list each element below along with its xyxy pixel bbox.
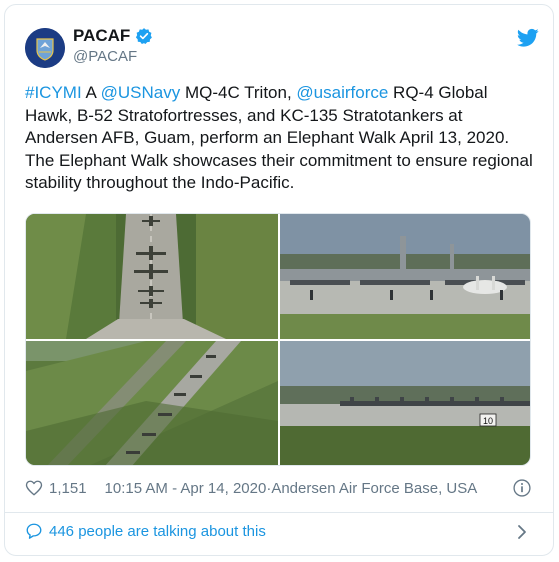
- hashtag-link[interactable]: #ICYMI: [25, 83, 82, 102]
- tweet-timestamp[interactable]: 10:15 AM - Apr 14, 2020: [105, 480, 267, 497]
- talking-count-text[interactable]: 446 people are talking about this: [49, 523, 266, 540]
- mention-link-usairforce[interactable]: @usairforce: [296, 83, 388, 102]
- media-grid: 10: [25, 213, 531, 466]
- author-name-row[interactable]: PACAF: [73, 26, 153, 46]
- pacaf-emblem-icon[interactable]: [25, 28, 65, 68]
- speech-bubble-icon: [25, 522, 43, 540]
- tweet-location[interactable]: Andersen Air Force Base, USA: [271, 480, 477, 497]
- info-icon[interactable]: [512, 478, 532, 498]
- photo-b52-lineup[interactable]: [280, 214, 530, 339]
- runway-sign-number: 10: [483, 416, 493, 426]
- author-display-name[interactable]: PACAF: [73, 26, 130, 46]
- photo-runway-aerial[interactable]: [26, 214, 278, 339]
- tweet-text: #ICYMI A @USNavy MQ-4C Triton, @usairfor…: [25, 82, 535, 195]
- author-handle[interactable]: @PACAF: [73, 48, 137, 65]
- like-count[interactable]: 1,151: [49, 480, 87, 497]
- heart-icon[interactable]: [25, 479, 43, 497]
- conversation-link[interactable]: 446 people are talking about this: [25, 522, 266, 540]
- footer-divider: [4, 512, 554, 513]
- tweet-meta-row: 1,151 10:15 AM - Apr 14, 2020 · Andersen…: [25, 478, 535, 498]
- chevron-right-icon[interactable]: [516, 524, 528, 540]
- mention-link-usnavy[interactable]: @USNavy: [101, 83, 181, 102]
- photo-distant-lineup[interactable]: 10: [280, 341, 530, 465]
- tweet-text-part: A: [81, 83, 101, 102]
- photo-runway-diagonal[interactable]: [26, 341, 278, 465]
- twitter-bird-icon[interactable]: [516, 28, 539, 48]
- tweet-text-part: MQ-4C Triton,: [180, 83, 297, 102]
- verified-badge-icon: [135, 27, 153, 45]
